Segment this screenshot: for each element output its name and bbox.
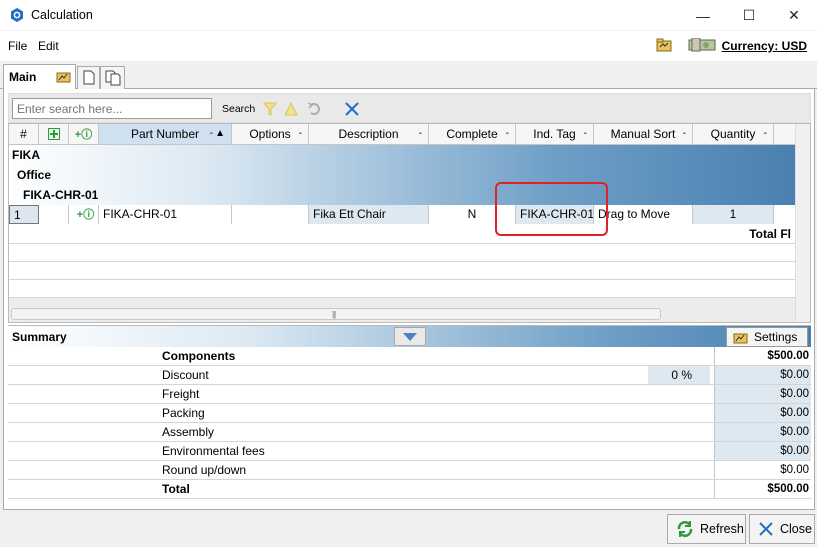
row-info-cell[interactable]: +ⓘ	[69, 205, 99, 224]
environmental-fees-value-input[interactable]: $0.00	[714, 442, 811, 460]
col-part-number-header[interactable]: Part Number - ▲	[99, 124, 232, 144]
table-row[interactable]: 1 +ⓘ FIKA-CHR-01 Fika Ett Chair N FIKA-C…	[9, 205, 795, 224]
add-info-icon: +ⓘ	[76, 209, 95, 221]
col-number-header[interactable]: #	[9, 124, 39, 144]
empty-row	[9, 280, 795, 298]
add-row-icon	[47, 128, 60, 140]
copy-document-icon	[105, 70, 121, 86]
main-panel: Search # +ⓘ Part Number-▲ Options- Descr…	[3, 89, 815, 510]
row-add-cell[interactable]	[39, 205, 69, 224]
vertical-scrollbar[interactable]	[795, 124, 810, 322]
menu-edit[interactable]: Edit	[38, 39, 59, 53]
refresh-button[interactable]: Refresh	[667, 514, 746, 544]
scroll-grip-icon: |||	[332, 310, 336, 319]
tab-strip: Main	[0, 61, 817, 90]
summary-row-total: Total $500.00	[8, 480, 811, 499]
refresh-icon	[677, 521, 693, 537]
document-icon	[83, 70, 95, 85]
close-icon: ✕	[788, 7, 800, 23]
col-manual-sort-header[interactable]: Manual Sort -	[594, 124, 693, 144]
col-description-header[interactable]: Description -	[309, 124, 429, 144]
settings-label: Settings	[754, 330, 798, 344]
part-number-cell[interactable]: FIKA-CHR-01	[99, 205, 232, 224]
group-row-fika[interactable]: FIKA	[9, 145, 795, 165]
tab-main[interactable]: Main	[3, 64, 76, 90]
summary-row-environmental-fees: Environmental fees $0.00	[8, 442, 811, 461]
options-cell[interactable]	[232, 205, 309, 224]
parts-grid: # +ⓘ Part Number - ▲ Options - Description -…	[8, 123, 811, 323]
summary-header: Summary Settings	[8, 325, 811, 347]
close-label: Close	[780, 522, 812, 536]
col-quantity-header[interactable]: Quantity -	[693, 124, 774, 144]
col-add-header[interactable]	[39, 124, 69, 144]
menu-file[interactable]: File	[8, 39, 27, 53]
horizontal-scrollbar[interactable]: |||	[11, 308, 661, 320]
search-input[interactable]	[12, 98, 212, 119]
quantity-cell[interactable]: 1	[693, 205, 774, 224]
search-button[interactable]: Search	[222, 103, 255, 115]
title-bar: Calculation — ☐ ✕	[0, 0, 817, 31]
packing-value-input[interactable]: $0.00	[714, 404, 811, 422]
close-button[interactable]: Close	[749, 514, 815, 544]
freight-value-input[interactable]: $0.00	[714, 385, 811, 403]
settings-button[interactable]: Settings	[726, 327, 808, 347]
col-ind-tag-header[interactable]: Ind. Tag -	[516, 124, 594, 144]
folder-icon[interactable]	[656, 38, 672, 52]
filter-icon[interactable]	[261, 100, 279, 118]
maximize-button[interactable]: ☐	[726, 0, 772, 31]
row-number-cell[interactable]: 1	[9, 205, 39, 224]
grid-total-row: Total Fl	[9, 224, 795, 244]
app-icon	[11, 8, 23, 22]
window-title: Calculation	[31, 8, 93, 22]
empty-row	[9, 262, 795, 280]
tab-copy[interactable]	[100, 66, 125, 89]
clear-search-icon[interactable]	[343, 100, 361, 118]
undo-icon[interactable]	[306, 100, 324, 118]
folder-chart-icon	[733, 333, 748, 343]
add-info-icon: +ⓘ	[74, 129, 93, 141]
minimize-icon: —	[696, 7, 710, 24]
search-toolbar: Search	[8, 93, 811, 123]
col-complete-header[interactable]: Complete -	[429, 124, 516, 144]
currency-link[interactable]: Currency: USD	[722, 39, 807, 53]
discount-value-input[interactable]: $0.00	[714, 366, 811, 384]
group-row-fika-chr-01[interactable]: FIKA-CHR-01	[9, 185, 795, 205]
manual-sort-cell[interactable]: Drag to Move	[594, 205, 693, 224]
summary-row-freight: Freight $0.00	[8, 385, 811, 404]
description-cell[interactable]: Fika Ett Chair	[309, 205, 429, 224]
col-info-header[interactable]: +ⓘ	[69, 124, 99, 144]
folder-chart-icon	[56, 72, 71, 83]
warning-icon[interactable]	[282, 100, 300, 118]
summary-row-assembly: Assembly $0.00	[8, 423, 811, 442]
group-row-office[interactable]: Office	[9, 165, 795, 185]
refresh-label: Refresh	[700, 522, 744, 536]
summary-row-components: Components $500.00	[8, 347, 811, 366]
tab-document[interactable]	[77, 66, 100, 89]
total-column-label: Total Fl	[749, 227, 791, 241]
summary-title: Summary	[12, 330, 67, 344]
grid-header: # +ⓘ Part Number - ▲ Options - Description -…	[9, 124, 810, 145]
empty-row	[9, 244, 795, 262]
tab-main-label: Main	[9, 70, 37, 84]
close-window-button[interactable]: ✕	[771, 0, 817, 31]
summary-row-round: Round up/down $0.00	[8, 461, 811, 480]
minimize-button[interactable]: —	[680, 0, 726, 31]
summary-row-discount: Discount 0 % $0.00	[8, 366, 811, 385]
sort-asc-icon: ▲	[215, 128, 225, 139]
close-icon	[759, 522, 773, 536]
maximize-icon: ☐	[742, 7, 756, 23]
menu-bar: File Edit Currency: USD	[0, 31, 817, 61]
chevron-down-icon	[403, 332, 417, 341]
assembly-value-input[interactable]: $0.00	[714, 423, 811, 441]
col-options-header[interactable]: Options -	[232, 124, 309, 144]
discount-percent-input[interactable]: 0 %	[648, 366, 710, 384]
summary-dropdown[interactable]	[394, 327, 426, 346]
money-icon	[688, 38, 716, 52]
summary-row-packing: Packing $0.00	[8, 404, 811, 423]
highlight-annotation	[495, 182, 608, 236]
